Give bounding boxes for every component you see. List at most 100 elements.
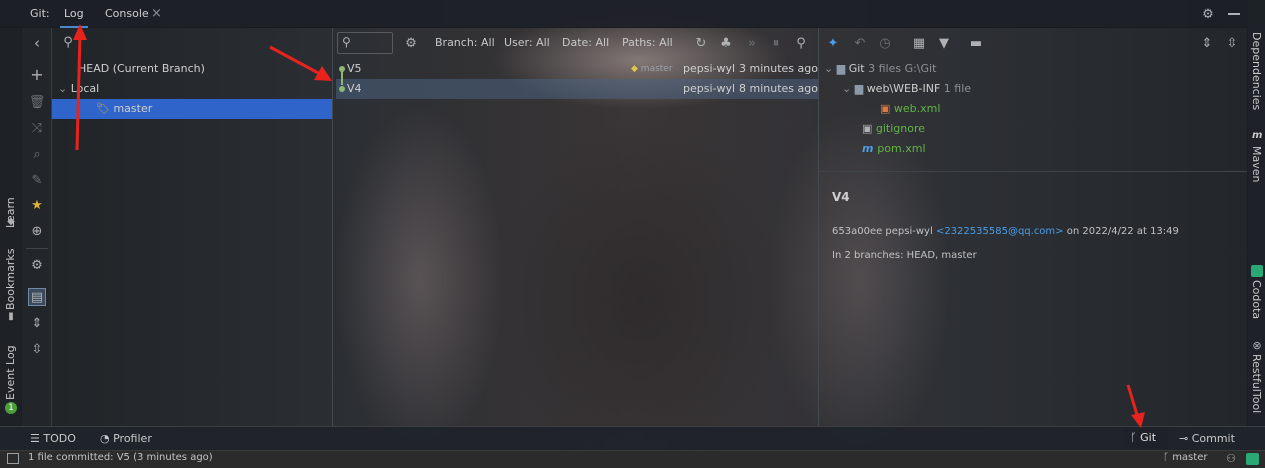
log-search-input[interactable]: ⚲	[337, 32, 393, 54]
xml-file-icon: ▣	[880, 102, 894, 115]
inspector-icon[interactable]: ⚇	[1224, 452, 1238, 465]
git-tool-button[interactable]: ᚴ Git	[1124, 427, 1168, 449]
file-name: gitignore	[875, 122, 926, 135]
changes-dir[interactable]: ⌄ ▆ web\WEB-INF 1 file	[842, 79, 971, 99]
expand-all-icon[interactable]: ⇕	[28, 315, 46, 331]
commit-time: 3 minutes ago	[739, 62, 818, 75]
favorite-star-icon[interactable]: ★	[28, 197, 46, 213]
commit-tool-button[interactable]: ⊸ Commit	[1179, 430, 1235, 448]
status-message[interactable]: 1 file committed: V5 (3 minutes ago)	[28, 452, 213, 463]
maven-tool-button[interactable]: Maven	[1250, 146, 1263, 186]
tag-icon: ◆	[631, 64, 641, 74]
details-divider	[819, 171, 1247, 172]
tab-console[interactable]: Console	[101, 0, 153, 28]
details-title: V4	[832, 190, 850, 204]
divider-details	[818, 28, 819, 426]
minimize-icon[interactable]	[1228, 13, 1240, 15]
toggle-panel-icon[interactable]	[7, 453, 19, 464]
changes-root-path: G:\Git	[904, 62, 937, 75]
commit-graph-line	[341, 67, 343, 85]
layout-icon[interactable]: ▬	[968, 35, 984, 51]
changes-dir-count: 1 file	[943, 82, 972, 95]
changes-root[interactable]: ⌄ ▆ Git 3 files G:\Git	[824, 59, 936, 79]
bookmarks-tool-button[interactable]: Bookmarks	[4, 246, 17, 310]
settings-gear-icon[interactable]: ⚙	[1199, 6, 1217, 22]
git-label-bottom: Git	[1140, 431, 1157, 444]
cherry-pick-icon[interactable]: ♣	[718, 35, 734, 51]
tab-console-close-icon[interactable]: ×	[147, 0, 166, 28]
changes-root-label: Git	[848, 62, 865, 75]
learn-icon: ◆	[7, 216, 15, 227]
divider-branches	[332, 28, 333, 426]
details-hash-author: 653a00ee pepsi-wyl	[832, 226, 933, 237]
dependencies-tool-button[interactable]: Dependencies	[1250, 32, 1263, 112]
history-icon[interactable]: ◷	[877, 35, 893, 51]
search-branch-icon[interactable]: ⌕	[28, 146, 46, 162]
bookmark-icon: ▮	[8, 311, 14, 322]
pause-icon[interactable]: ⏸	[768, 35, 784, 51]
commit-row-selected[interactable]: V4 pepsi-wyl 8 minutes ago	[336, 67, 818, 99]
branch-group-local[interactable]: ⌄ Local	[52, 79, 332, 99]
collapse-all-icon[interactable]: ⇳	[28, 341, 46, 357]
bookmarks-label: Bookmarks	[4, 248, 17, 310]
branch-head-label: HEAD (Current Branch)	[78, 62, 205, 75]
tag-icon: 🏷	[96, 102, 114, 115]
commit-row[interactable]: V5 ◆ master pepsi-wyl 3 minutes ago	[336, 59, 818, 79]
event-log-badge: 1	[5, 402, 17, 414]
date-filter[interactable]: Date: All	[562, 30, 609, 56]
collapse-icon[interactable]: ⇳	[1224, 35, 1240, 51]
changed-file[interactable]: m pom.xml	[862, 139, 926, 159]
chevron-down-icon: ⌄	[824, 62, 837, 75]
settings-icon[interactable]: ⚙	[28, 257, 46, 273]
refresh-icon[interactable]: ↻	[693, 35, 709, 51]
restful-tool-button[interactable]: RestfulTool	[1250, 354, 1263, 414]
new-branch-icon[interactable]: +	[28, 67, 46, 83]
profiler-icon: ◔	[100, 432, 114, 445]
profiler-label: Profiler	[113, 432, 152, 445]
locate-icon[interactable]: ⊕	[28, 223, 46, 239]
codota-tool-button[interactable]: Codota	[1250, 280, 1263, 320]
edit-icon[interactable]: ✎	[28, 172, 46, 188]
profiler-tool-button[interactable]: ◔ Profiler	[100, 430, 152, 448]
expand-icon[interactable]: ⇕	[1199, 35, 1215, 51]
changed-file[interactable]: ▣ web.xml	[880, 99, 940, 119]
revert-icon[interactable]: ↶	[852, 35, 868, 51]
filter-icon[interactable]: ▼	[936, 35, 952, 51]
user-filter[interactable]: User: All	[504, 30, 550, 56]
file-name: web.xml	[893, 102, 941, 115]
commit-tag-label: master	[640, 64, 673, 74]
branch-master[interactable]: 🏷 master	[52, 99, 332, 119]
commit-icon: ⊸	[1179, 432, 1192, 445]
filter-settings-icon[interactable]: ⚙	[402, 35, 420, 51]
codota-status-icon[interactable]	[1246, 453, 1259, 465]
group-by-icon[interactable]: ▤	[28, 288, 46, 306]
codota-label: Codota	[1250, 280, 1263, 320]
branch-icon: ᚴ	[1163, 452, 1173, 463]
tool-window-header	[0, 0, 1265, 28]
details-email-link[interactable]: <2322535585@qq.com>	[936, 226, 1064, 237]
codota-icon	[1251, 265, 1263, 277]
more-actions-icon[interactable]: »	[744, 35, 760, 51]
status-branch-label: master	[1172, 452, 1208, 463]
group-icon[interactable]: ▦	[911, 35, 927, 51]
event-log-tool-button[interactable]: Event Log	[4, 344, 17, 400]
commit-author: pepsi-wyl	[683, 82, 736, 95]
branch-filter[interactable]: Branch: All	[435, 30, 495, 56]
todo-tool-button[interactable]: ☰ TODO	[30, 430, 76, 448]
status-branch-widget[interactable]: ᚴ master	[1163, 452, 1207, 463]
todo-label: TODO	[43, 432, 76, 445]
commit-node-icon	[339, 86, 345, 92]
tab-log[interactable]: Log	[60, 0, 88, 28]
search-icon[interactable]: ⚲	[60, 34, 76, 50]
collapse-left-icon[interactable]: ‹	[28, 35, 46, 51]
paths-filter[interactable]: Paths: All	[622, 30, 673, 56]
changes-dir-label: web\WEB-INF	[866, 82, 941, 95]
git-label: Git:	[30, 7, 50, 20]
changed-file[interactable]: ▣ gitignore	[862, 119, 925, 139]
diff-icon[interactable]: ✦	[824, 35, 842, 51]
merge-icon[interactable]: ⤨	[28, 120, 46, 136]
delete-icon[interactable]: 🗑	[28, 94, 46, 110]
branch-master-label: master	[113, 102, 153, 115]
branch-head[interactable]: HEAD (Current Branch)	[52, 59, 332, 79]
find-icon[interactable]: ⚲	[793, 35, 809, 51]
